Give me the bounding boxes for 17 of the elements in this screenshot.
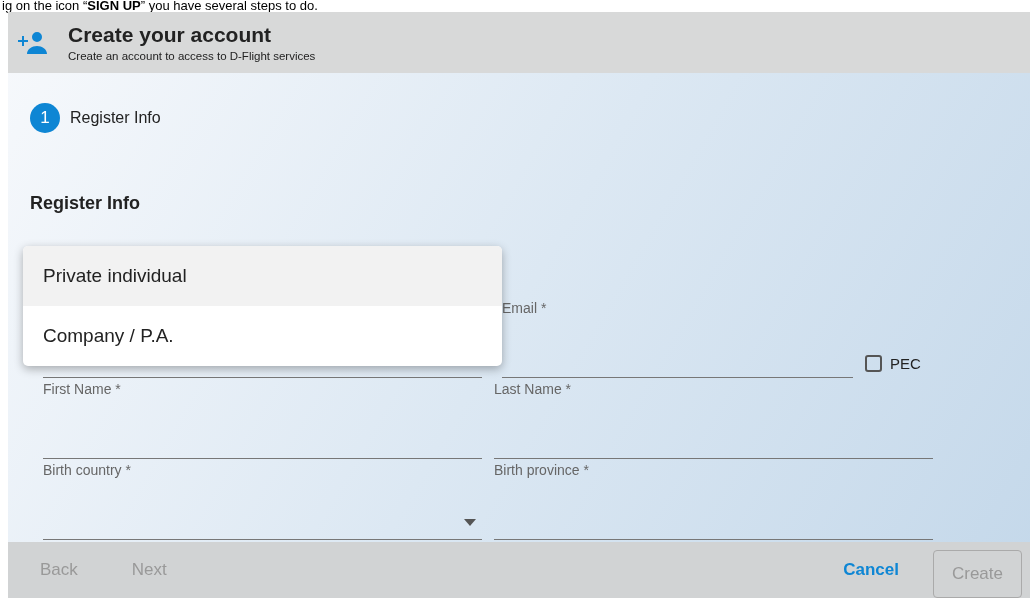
field-label: Last Name * [494,381,573,397]
dialog-subtitle: Create an account to access to D-Flight services [68,50,316,62]
step-label[interactable]: Register Info [70,109,161,127]
step-number: 1 [30,103,60,133]
field-label: Birth province * [494,462,590,478]
checkbox-label: PEC [890,355,921,372]
field-label: Email * [502,300,548,316]
menu-option[interactable]: Company / P.A. [23,306,502,366]
field-label: First Name * [43,381,122,397]
checkbox[interactable] [865,355,882,372]
cancel-button[interactable]: Cancel [823,552,919,588]
add-user-icon [18,31,48,54]
section-title: Register Info [30,193,141,214]
dialog-title: Create your account [68,23,273,47]
dropdown-caret-icon[interactable] [464,518,476,526]
menu-option[interactable]: Private individual [23,246,502,306]
field-label: Birth country * [43,462,132,478]
